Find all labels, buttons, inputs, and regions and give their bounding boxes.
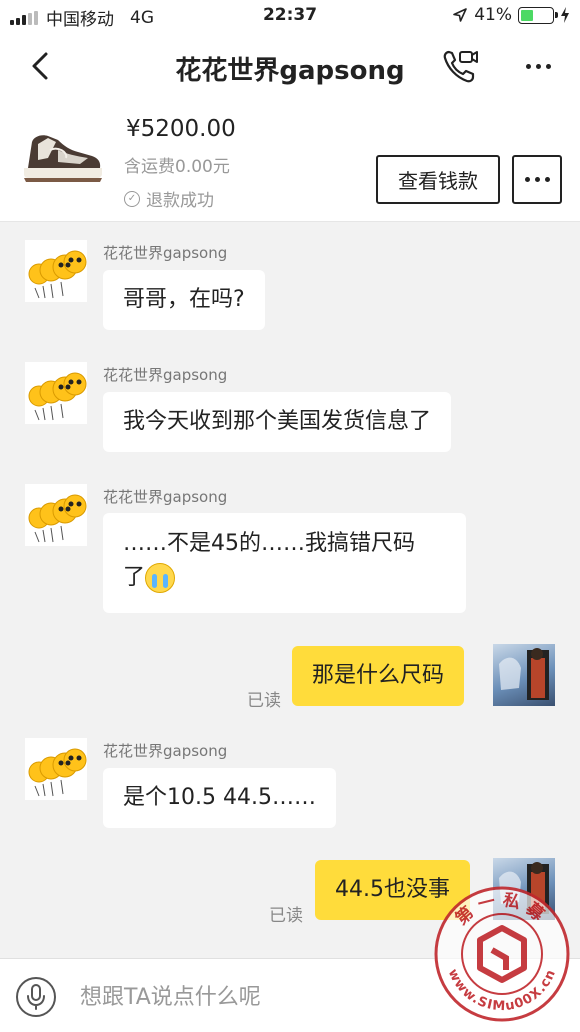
sender-name: 花花世界gapsong — [103, 488, 228, 506]
shipping-fee: 含运费0.00元 — [124, 157, 230, 177]
check-circle-icon: ✓ — [124, 190, 140, 207]
battery-icon — [518, 6, 558, 24]
sender-name: 花花世界gapsong — [103, 244, 228, 262]
my-avatar[interactable] — [493, 644, 555, 706]
battery-percent: 41% — [474, 5, 512, 25]
emoji-faces-avatar-icon — [28, 372, 87, 421]
product-card: ¥5200.00 含运费0.00元 ✓ 退款成功 查看钱款 — [0, 100, 580, 222]
user-photo-avatar-icon — [499, 648, 549, 700]
refund-status-text: 退款成功 — [146, 191, 214, 211]
product-more-button[interactable] — [512, 155, 562, 204]
contact-avatar[interactable] — [25, 738, 87, 800]
location-arrow-icon — [453, 8, 468, 22]
voice-input-button[interactable] — [16, 977, 56, 1017]
emoji-faces-avatar-icon — [28, 494, 87, 543]
more-dots-icon — [525, 63, 531, 69]
sneaker-image[interactable] — [18, 128, 104, 186]
product-price: ¥5200.00 — [126, 116, 236, 142]
status-bar: 中国移动 4G 22:37 41% — [0, 0, 580, 32]
contact-avatar[interactable] — [25, 484, 87, 546]
message-line-2: 了 — [123, 561, 446, 595]
more-options-button[interactable] — [518, 46, 558, 86]
chat-header: 花花世界gapsong — [0, 32, 580, 100]
message-bubble[interactable]: 我今天收到那个美国发货信息了 — [103, 392, 452, 452]
read-receipt: 已读 — [247, 691, 281, 711]
site-watermark-logo: 第一私募 www.SIMu00X.cn — [434, 886, 570, 1022]
message-bubble[interactable]: ……不是45的……我搞错尺码 了 — [103, 513, 466, 613]
crying-face-icon — [145, 563, 176, 593]
message-bubble[interactable]: 是个10.5 44.5…… — [103, 768, 336, 828]
sender-name: 花花世界gapsong — [103, 742, 228, 760]
sender-name: 花花世界gapsong — [103, 366, 228, 384]
contact-avatar[interactable] — [25, 240, 87, 302]
call-button[interactable] — [440, 46, 480, 86]
microphone-icon — [27, 984, 45, 1010]
emoji-faces-avatar-icon — [28, 250, 87, 299]
message-input[interactable] — [80, 979, 380, 1015]
more-dots-icon — [524, 177, 530, 182]
refund-status: ✓ 退款成功 — [124, 186, 214, 211]
contact-avatar[interactable] — [25, 362, 87, 424]
my-message-bubble[interactable]: 那是什么尺码 — [292, 646, 465, 706]
phone-video-icon — [443, 50, 478, 83]
emoji-faces-avatar-icon — [28, 748, 87, 797]
message-bubble[interactable]: 哥哥，在吗? — [103, 270, 265, 330]
view-money-button[interactable]: 查看钱款 — [376, 155, 500, 204]
read-receipt: 已读 — [269, 906, 303, 926]
message-line: ……不是45的……我搞错尺码 — [123, 531, 415, 556]
charging-bolt-icon — [561, 7, 569, 23]
chat-title: 花花世界gapsong — [175, 56, 405, 86]
